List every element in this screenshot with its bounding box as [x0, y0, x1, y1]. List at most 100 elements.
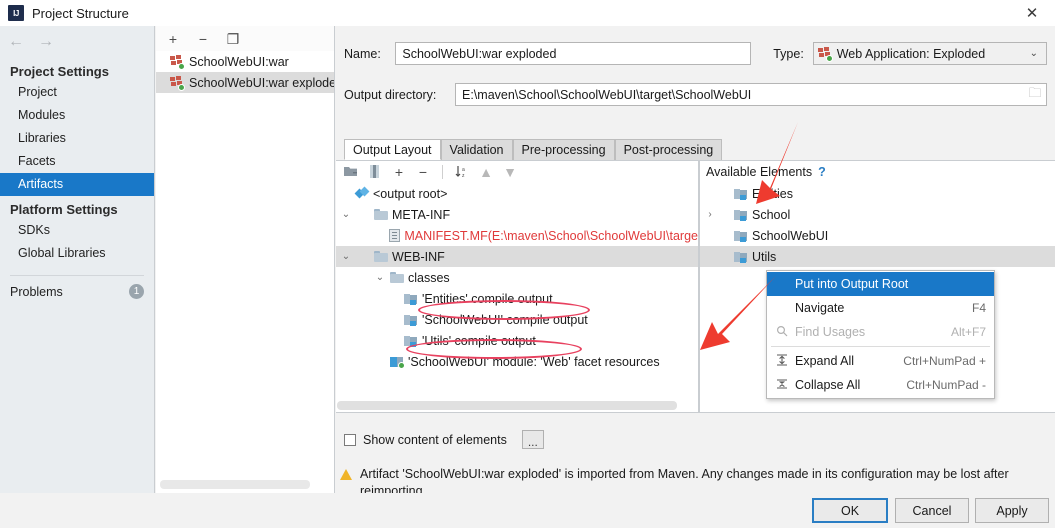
tree-row[interactable]: 'SchoolWebUI' compile output: [336, 309, 698, 330]
tree-row[interactable]: ⌄ META-INF: [336, 204, 698, 225]
show-content-of-elements-checkbox[interactable]: [344, 433, 356, 446]
sidebar-item-sdks[interactable]: SDKs: [0, 219, 154, 242]
menu-item-put-into-output-root[interactable]: Put into Output Root: [767, 272, 994, 296]
available-element-row-selected[interactable]: Utils: [700, 246, 1055, 267]
war-artifact-icon: [170, 54, 185, 70]
artifact-type-dropdown[interactable]: Web Application: Exploded ⌄: [812, 42, 1047, 65]
output-directory-input[interactable]: E:\maven\School\SchoolWebUI\target\Schoo…: [455, 83, 1047, 106]
artifact-name-input[interactable]: SchoolWebUI:war exploded: [395, 42, 752, 65]
available-element-label: School: [752, 207, 791, 222]
svg-text:z: z: [462, 173, 465, 178]
tree-row-label: WEB-INF: [392, 249, 445, 264]
tab-post-processing[interactable]: Post-processing: [614, 139, 723, 160]
tree-row-label: classes: [408, 270, 450, 285]
forward-arrow-icon[interactable]: →: [38, 34, 54, 50]
tree-row-selected[interactable]: ⌄ WEB-INF: [336, 246, 698, 267]
tree-row[interactable]: MANIFEST.MF(E:\maven\School\SchoolWebUI\…: [336, 225, 698, 246]
ok-button[interactable]: OK: [812, 498, 888, 523]
apply-button[interactable]: Apply: [975, 498, 1049, 523]
menu-item-expand-all[interactable]: Expand All Ctrl+NumPad +: [767, 349, 994, 373]
show-content-options-button[interactable]: ...: [521, 430, 544, 449]
sidebar-item-artifacts[interactable]: Artifacts: [0, 173, 154, 196]
artifact-list-toolbar: + − ❐: [156, 26, 334, 51]
create-archive-button[interactable]: [368, 164, 382, 180]
available-element-label: Entities: [752, 186, 793, 201]
chevron-down-icon[interactable]: ⌄: [374, 272, 386, 283]
move-up-button[interactable]: ▲: [479, 165, 493, 179]
manifest-file-icon: [389, 229, 401, 242]
help-icon[interactable]: ?: [818, 165, 826, 179]
sidebar-item-facets[interactable]: Facets: [0, 150, 154, 173]
tab-output-layout[interactable]: Output Layout: [344, 139, 441, 160]
sidebar-item-modules[interactable]: Modules: [0, 104, 154, 127]
available-element-row[interactable]: SchoolWebUI: [700, 225, 1055, 246]
chevron-down-icon[interactable]: ⌄: [340, 209, 352, 220]
sidebar-group-platform-settings: Platform Settings: [10, 202, 118, 217]
browse-folder-icon[interactable]: 🗀: [1024, 84, 1046, 105]
menu-item-label: Put into Output Root: [795, 277, 909, 291]
menu-item-collapse-all[interactable]: Collapse All Ctrl+NumPad -: [767, 373, 994, 397]
chevron-down-icon[interactable]: ⌄: [340, 251, 352, 262]
intellij-idea-logo-icon: [8, 5, 24, 21]
window-title: Project Structure: [32, 5, 129, 21]
show-content-row[interactable]: Show content of elements ...: [336, 430, 552, 449]
tree-row-label: META-INF: [392, 207, 451, 222]
toolbar-divider: [442, 165, 443, 179]
settings-sidebar: ← → Project Settings Project Modules Lib…: [0, 26, 155, 493]
available-elements-title: Available Elements: [706, 165, 813, 179]
tree-row-label: 'SchoolWebUI' module: 'Web' facet resour…: [408, 354, 660, 369]
tree-row-label: 'Entities' compile output: [422, 291, 553, 306]
web-application-icon: [817, 46, 833, 62]
copy-artifact-button[interactable]: ❐: [226, 32, 240, 46]
menu-item-label: Collapse All: [795, 378, 861, 392]
menu-item-label: Navigate: [795, 301, 845, 315]
problems-label: Problems: [10, 284, 63, 299]
tree-row[interactable]: <output root>: [336, 183, 698, 204]
tree-row[interactable]: ⌄ classes: [336, 267, 698, 288]
create-directory-button[interactable]: [344, 165, 358, 180]
available-element-row[interactable]: Entities: [700, 183, 1055, 204]
tree-row[interactable]: 'SchoolWebUI' module: 'Web' facet resour…: [336, 351, 698, 372]
sidebar-item-global-libraries[interactable]: Global Libraries: [0, 242, 154, 265]
tab-pre-processing[interactable]: Pre-processing: [512, 139, 615, 160]
artifact-list-panel: + − ❐ SchoolWebUI:war SchoolWebUI:war ex…: [156, 26, 335, 493]
folder-icon: [374, 209, 388, 220]
module-icon: [734, 230, 748, 242]
module-icon: [734, 251, 748, 263]
tree-row[interactable]: 'Entities' compile output: [336, 288, 698, 309]
output-layout-horizontal-scrollbar[interactable]: [337, 401, 677, 410]
dialog-footer: OK Cancel Apply: [0, 493, 1055, 528]
output-directory-label: Output directory:: [344, 87, 437, 102]
move-down-button[interactable]: ▼: [503, 165, 517, 179]
tree-row[interactable]: 'Utils' compile output: [336, 330, 698, 351]
expand-all-icon: [773, 353, 791, 369]
sidebar-item-problems[interactable]: Problems 1: [0, 280, 154, 303]
artifact-item-label: SchoolWebUI:war exploded: [189, 75, 334, 90]
remove-element-button[interactable]: −: [416, 165, 430, 179]
output-layout-toolbar: + − az ▲ ▼: [336, 161, 698, 183]
name-label: Name:: [344, 46, 381, 61]
menu-item-navigate[interactable]: Navigate F4: [767, 296, 994, 320]
artifact-tabs: Output Layout Validation Pre-processing …: [344, 139, 723, 160]
add-copy-of-button[interactable]: +: [392, 165, 406, 179]
tree-row-label: 'Utils' compile output: [422, 333, 536, 348]
artifact-list-horizontal-scrollbar[interactable]: [160, 480, 310, 489]
artifact-list-item[interactable]: SchoolWebUI:war: [156, 51, 334, 72]
sort-by-name-button[interactable]: az: [455, 165, 469, 180]
sidebar-item-project[interactable]: Project: [0, 81, 154, 104]
show-content-of-elements-label: Show content of elements: [363, 432, 507, 447]
remove-artifact-button[interactable]: −: [196, 32, 210, 46]
chevron-down-icon: ⌄: [1029, 48, 1038, 59]
sidebar-item-libraries[interactable]: Libraries: [0, 127, 154, 150]
chevron-right-icon[interactable]: ›: [704, 209, 716, 220]
back-arrow-icon[interactable]: ←: [8, 34, 24, 50]
available-element-row[interactable]: › School: [700, 204, 1055, 225]
artifact-list-item-selected[interactable]: SchoolWebUI:war exploded: [156, 72, 334, 93]
module-output-icon: [404, 314, 418, 326]
facet-resources-icon: [390, 356, 405, 369]
available-element-label: Utils: [752, 249, 777, 264]
add-artifact-button[interactable]: +: [166, 32, 180, 46]
tab-validation[interactable]: Validation: [440, 139, 513, 160]
close-icon[interactable]: ✕: [1009, 0, 1055, 26]
cancel-button[interactable]: Cancel: [895, 498, 969, 523]
